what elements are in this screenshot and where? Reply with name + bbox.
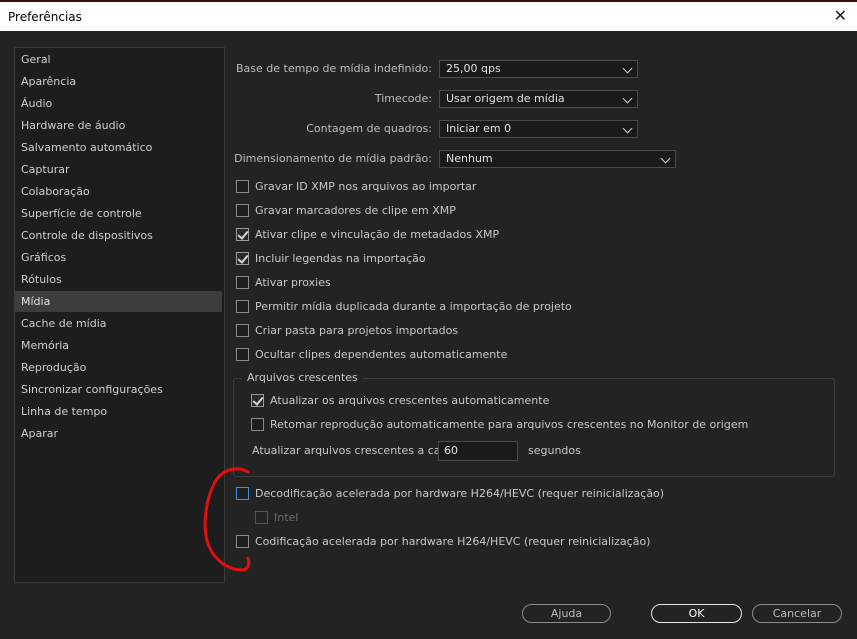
scaling-dropdown[interactable]: Nenhum [439,150,676,168]
checkbox-label: Retomar reprodução automaticamente para … [270,418,749,431]
checkbox-box[interactable] [236,276,249,289]
sidebar-item-audio[interactable]: Áudio [15,93,222,114]
scaling-value: Nenhum [446,152,493,165]
checkbox-box-focused[interactable] [236,487,249,500]
checkbox-label: Intel [274,511,299,524]
help-button[interactable]: Ajuda [522,604,611,623]
refresh-interval-label: Atualizar arquivos crescentes a cada [252,444,455,457]
sidebar-item-reproducao[interactable]: Reprodução [15,357,222,378]
close-icon[interactable]: ✕ [834,6,847,25]
sidebar-item-geral[interactable]: Geral [15,49,222,70]
checkbox-label: Ativar clipe e vinculação de metadados X… [255,228,500,241]
checkbox-label: Criar pasta para projetos importados [255,324,459,337]
checkbox-box[interactable] [236,300,249,313]
ok-button[interactable]: OK [651,604,742,623]
timebase-value: 25,00 qps [446,62,501,75]
frame-count-value: Iniciar em 0 [446,122,512,135]
checkbox-box-checked[interactable] [236,228,249,241]
title-bar: Preferências ✕ [0,2,857,31]
timecode-value: Usar origem de mídia [446,92,565,105]
sidebar-item-dispositivos[interactable]: Controle de dispositivos [15,225,222,246]
sidebar-item-linha-tempo[interactable]: Linha de tempo [15,401,222,422]
timebase-dropdown[interactable]: 25,00 qps [439,60,638,78]
chevron-down-icon [622,93,633,104]
checkbox-label: Permitir mídia duplicada durante a impor… [255,300,572,313]
checkbox-box[interactable] [236,535,249,548]
refresh-interval-input[interactable]: 60 [438,441,518,461]
frame-count-dropdown[interactable]: Iniciar em 0 [439,120,638,138]
sidebar-item-aparencia[interactable]: Aparência [15,71,222,92]
sidebar-item-superficie[interactable]: Superfície de controle [15,203,222,224]
checkbox-label: Ativar proxies [255,276,331,289]
chevron-down-icon [622,123,633,134]
chevron-down-icon [622,63,633,74]
timecode-dropdown[interactable]: Usar origem de mídia [439,90,638,108]
checkbox-box-disabled [255,511,268,524]
sidebar-item-aparar[interactable]: Aparar [15,423,222,444]
sidebar-item-salvamento[interactable]: Salvamento automático [15,137,222,158]
checkbox-label: Gravar ID XMP nos arquivos ao importar [255,180,477,193]
cancel-button[interactable]: Cancelar [752,604,842,623]
sidebar-item-midia[interactable]: Mídia [15,291,222,312]
preferences-sidebar: Geral Aparência Áudio Hardware de áudio … [14,47,225,583]
checkbox-label: Atualizar os arquivos crescentes automat… [270,394,550,407]
timebase-label: Base de tempo de mídia indefinido: [236,62,432,75]
sidebar-item-rotulos[interactable]: Rótulos [15,269,222,290]
checkbox-box[interactable] [236,348,249,361]
checkbox-box[interactable] [236,180,249,193]
checkbox-box-checked[interactable] [236,252,249,265]
refresh-interval-unit: segundos [528,444,581,457]
chevron-down-icon [660,153,671,164]
sidebar-item-colaboracao[interactable]: Colaboração [15,181,222,202]
checkbox-label: Gravar marcadores de clipe em XMP [255,204,456,217]
timecode-label: Timecode: [374,92,432,105]
sidebar-item-graficos[interactable]: Gráficos [15,247,222,268]
checkbox-box[interactable] [236,204,249,217]
checkbox-box[interactable] [236,324,249,337]
group-legend: Arquivos crescentes [242,371,363,384]
frame-count-label: Contagem de quadros: [306,122,432,135]
sidebar-item-capturar[interactable]: Capturar [15,159,222,180]
checkbox-box-checked[interactable] [251,394,264,407]
checkbox-label: Decodificação acelerada por hardware H26… [255,487,665,500]
checkbox-label: Incluir legendas na importação [255,252,426,265]
sidebar-item-cache[interactable]: Cache de mídia [15,313,222,334]
scaling-label: Dimensionamento de mídia padrão: [234,152,432,165]
sidebar-item-sincronizar[interactable]: Sincronizar configurações [15,379,222,400]
checkbox-label: Ocultar clipes dependentes automaticamen… [255,348,508,361]
sidebar-item-hardware-audio[interactable]: Hardware de áudio [15,115,222,136]
checkbox-label: Codificação acelerada por hardware H264/… [255,535,651,548]
window-title: Preferências [8,10,82,24]
checkbox-box[interactable] [251,418,264,431]
sidebar-item-memoria[interactable]: Memória [15,335,222,356]
